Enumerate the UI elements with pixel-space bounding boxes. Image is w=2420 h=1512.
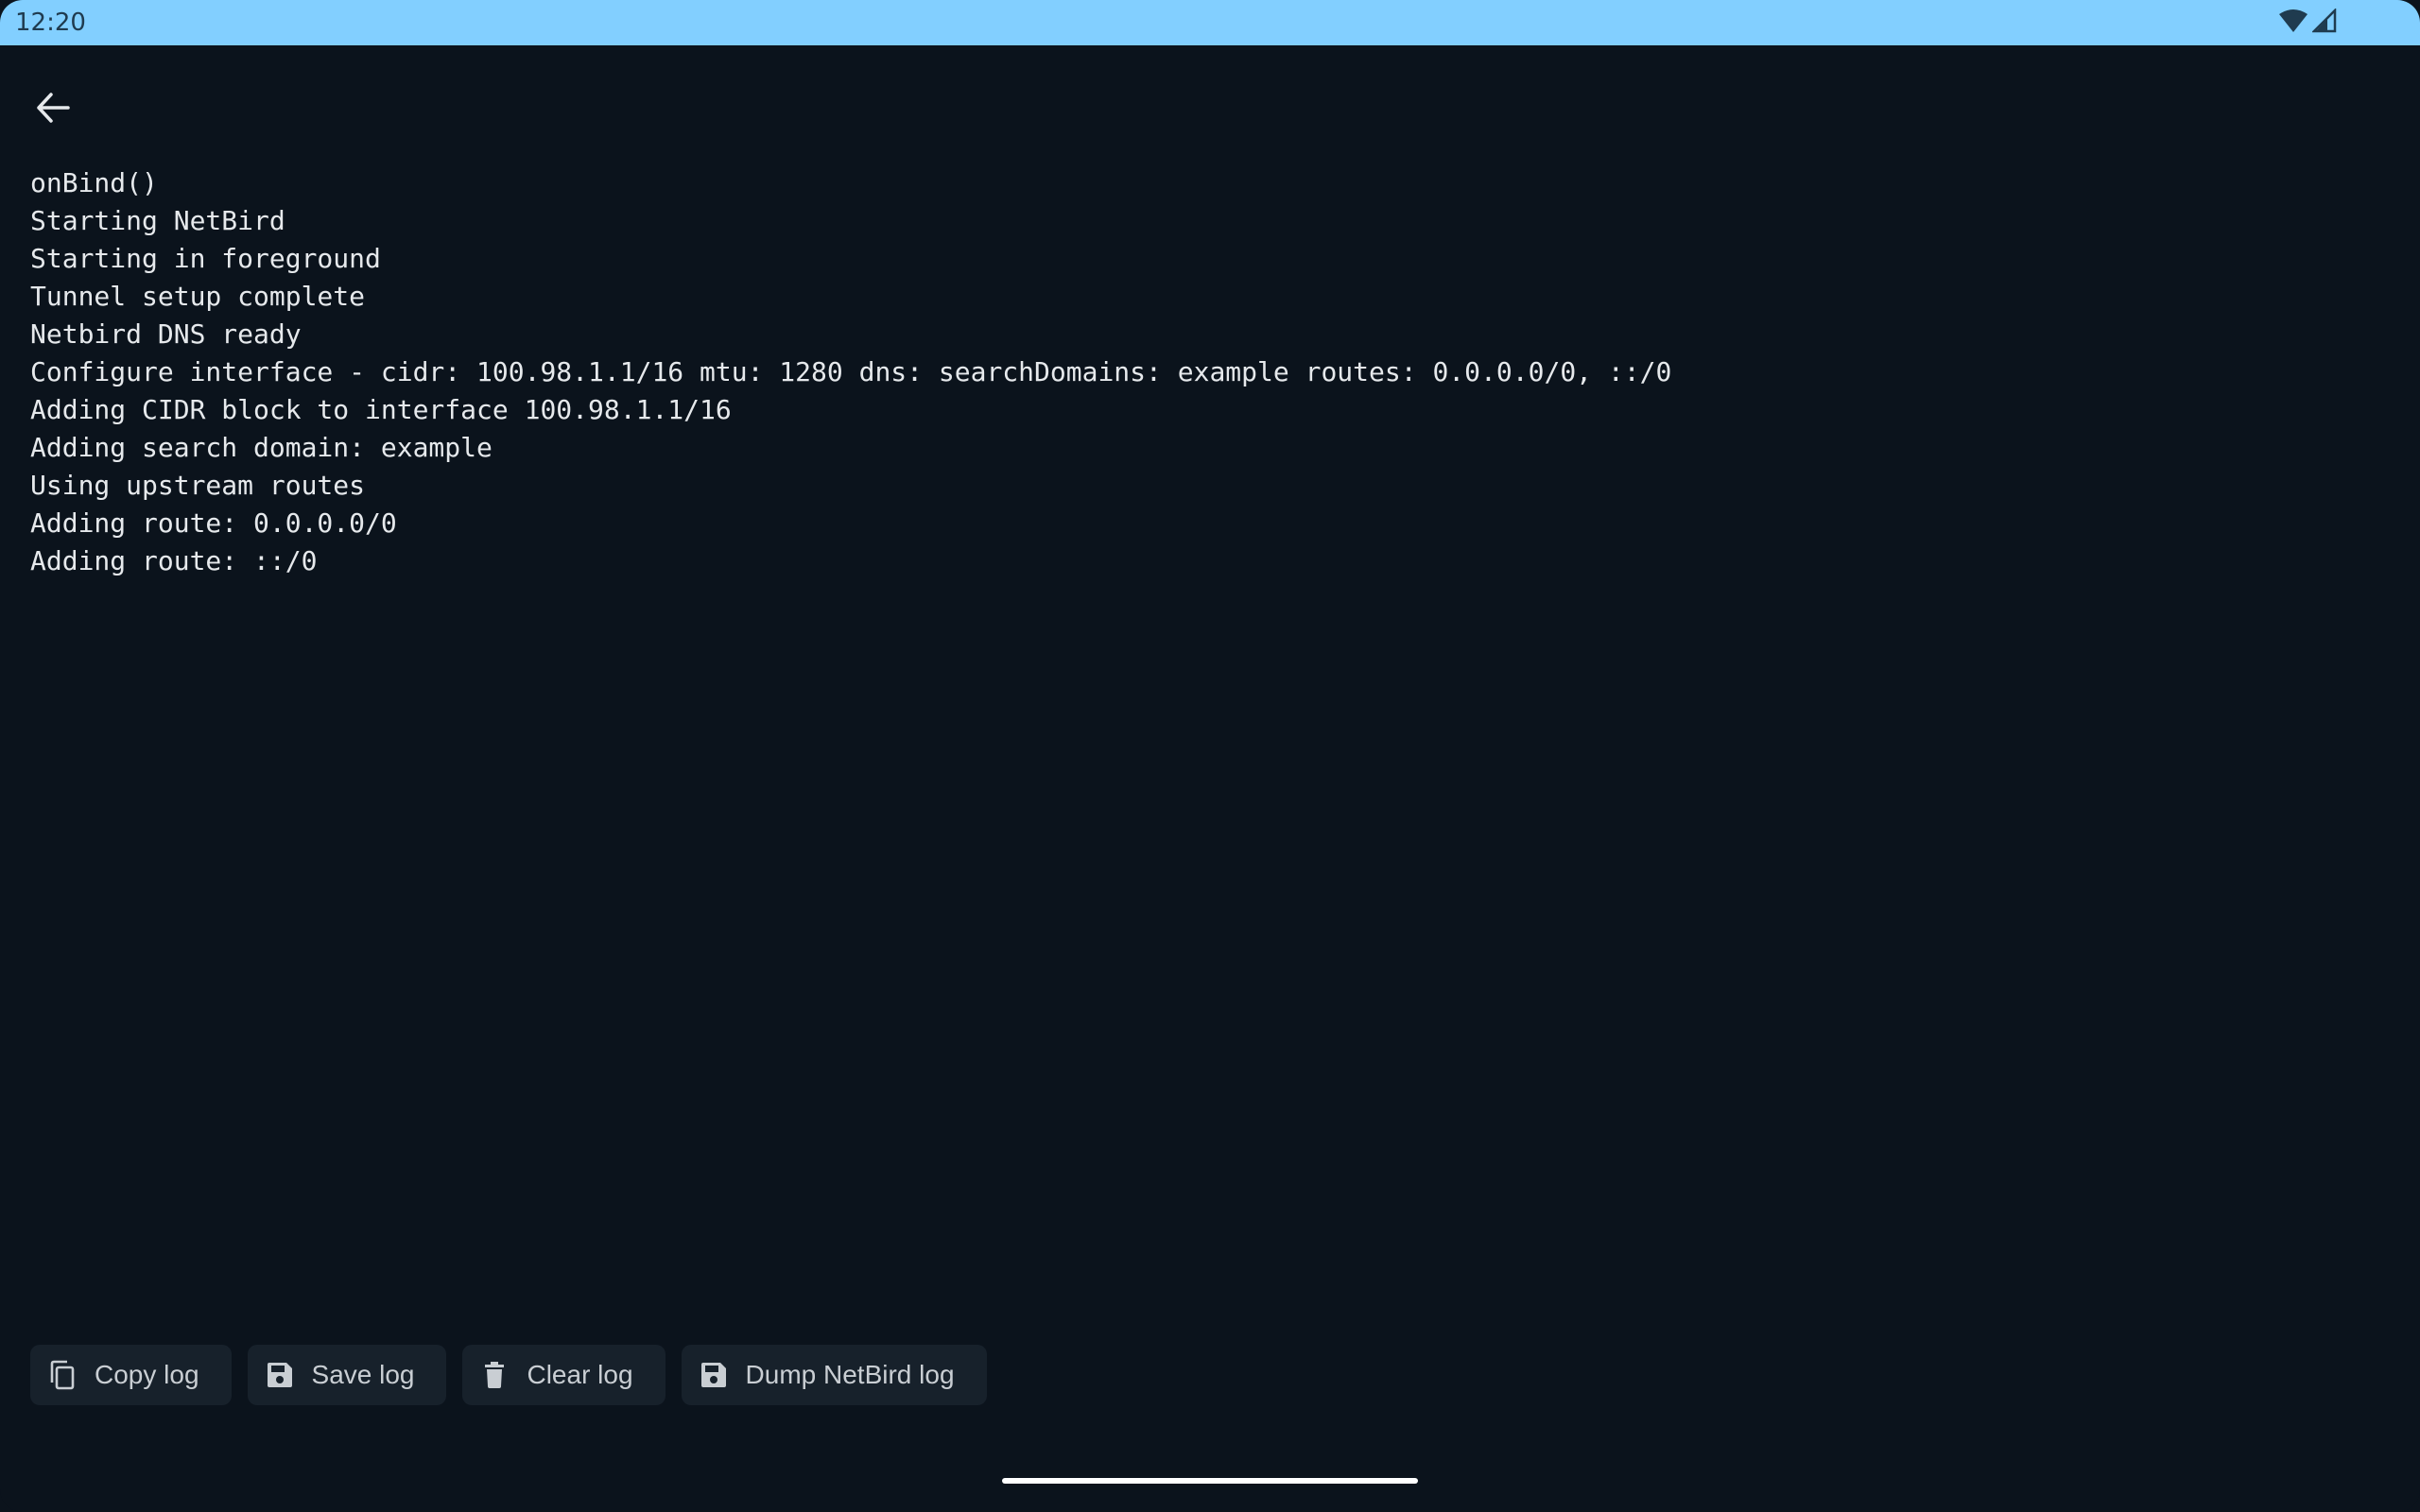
log-line: Tunnel setup complete <box>30 281 366 312</box>
log-line: Using upstream routes <box>30 470 366 501</box>
save-log-label: Save log <box>311 1360 415 1389</box>
log-line: Configure interface - cidr: 100.98.1.1/1… <box>30 356 1672 387</box>
clear-log-button[interactable]: Clear log <box>462 1345 666 1405</box>
copy-log-button[interactable]: Copy log <box>30 1345 232 1405</box>
trash-icon <box>479 1360 510 1390</box>
app-screen: 12:20 onBind() Starting NetBird Starting… <box>0 0 2420 1512</box>
dump-netbird-log-button[interactable]: Dump NetBird log <box>681 1345 987 1405</box>
wifi-icon <box>2278 9 2308 38</box>
status-time: 12:20 <box>15 9 86 37</box>
log-output[interactable]: onBind() Starting NetBird Starting in fo… <box>30 164 2384 1298</box>
log-line: Starting in foreground <box>30 243 381 274</box>
copy-log-label: Copy log <box>95 1360 199 1389</box>
status-icons <box>2278 7 2337 38</box>
arrow-back-icon <box>34 89 72 131</box>
log-line: Adding route: 0.0.0.0/0 <box>30 507 397 539</box>
dump-netbird-log-label: Dump NetBird log <box>745 1360 955 1389</box>
log-line: Starting NetBird <box>30 205 285 236</box>
back-button[interactable] <box>23 79 83 140</box>
log-line: Adding search domain: example <box>30 432 493 463</box>
save-icon <box>265 1360 295 1390</box>
save-icon <box>699 1360 729 1390</box>
save-log-button[interactable]: Save log <box>247 1345 447 1405</box>
clear-log-label: Clear log <box>527 1360 633 1389</box>
log-line: Adding route: ::/0 <box>30 545 318 576</box>
log-line: Netbird DNS ready <box>30 318 302 350</box>
log-line: onBind() <box>30 167 158 198</box>
home-indicator[interactable] <box>1002 1478 1418 1484</box>
log-actions-bar: Copy log Save log Clear log Dump NetBird… <box>30 1345 987 1405</box>
status-bar: 12:20 <box>0 0 2420 45</box>
log-line: Adding CIDR block to interface 100.98.1.… <box>30 394 732 425</box>
cell-signal-icon <box>2310 7 2337 38</box>
copy-icon <box>47 1360 78 1390</box>
